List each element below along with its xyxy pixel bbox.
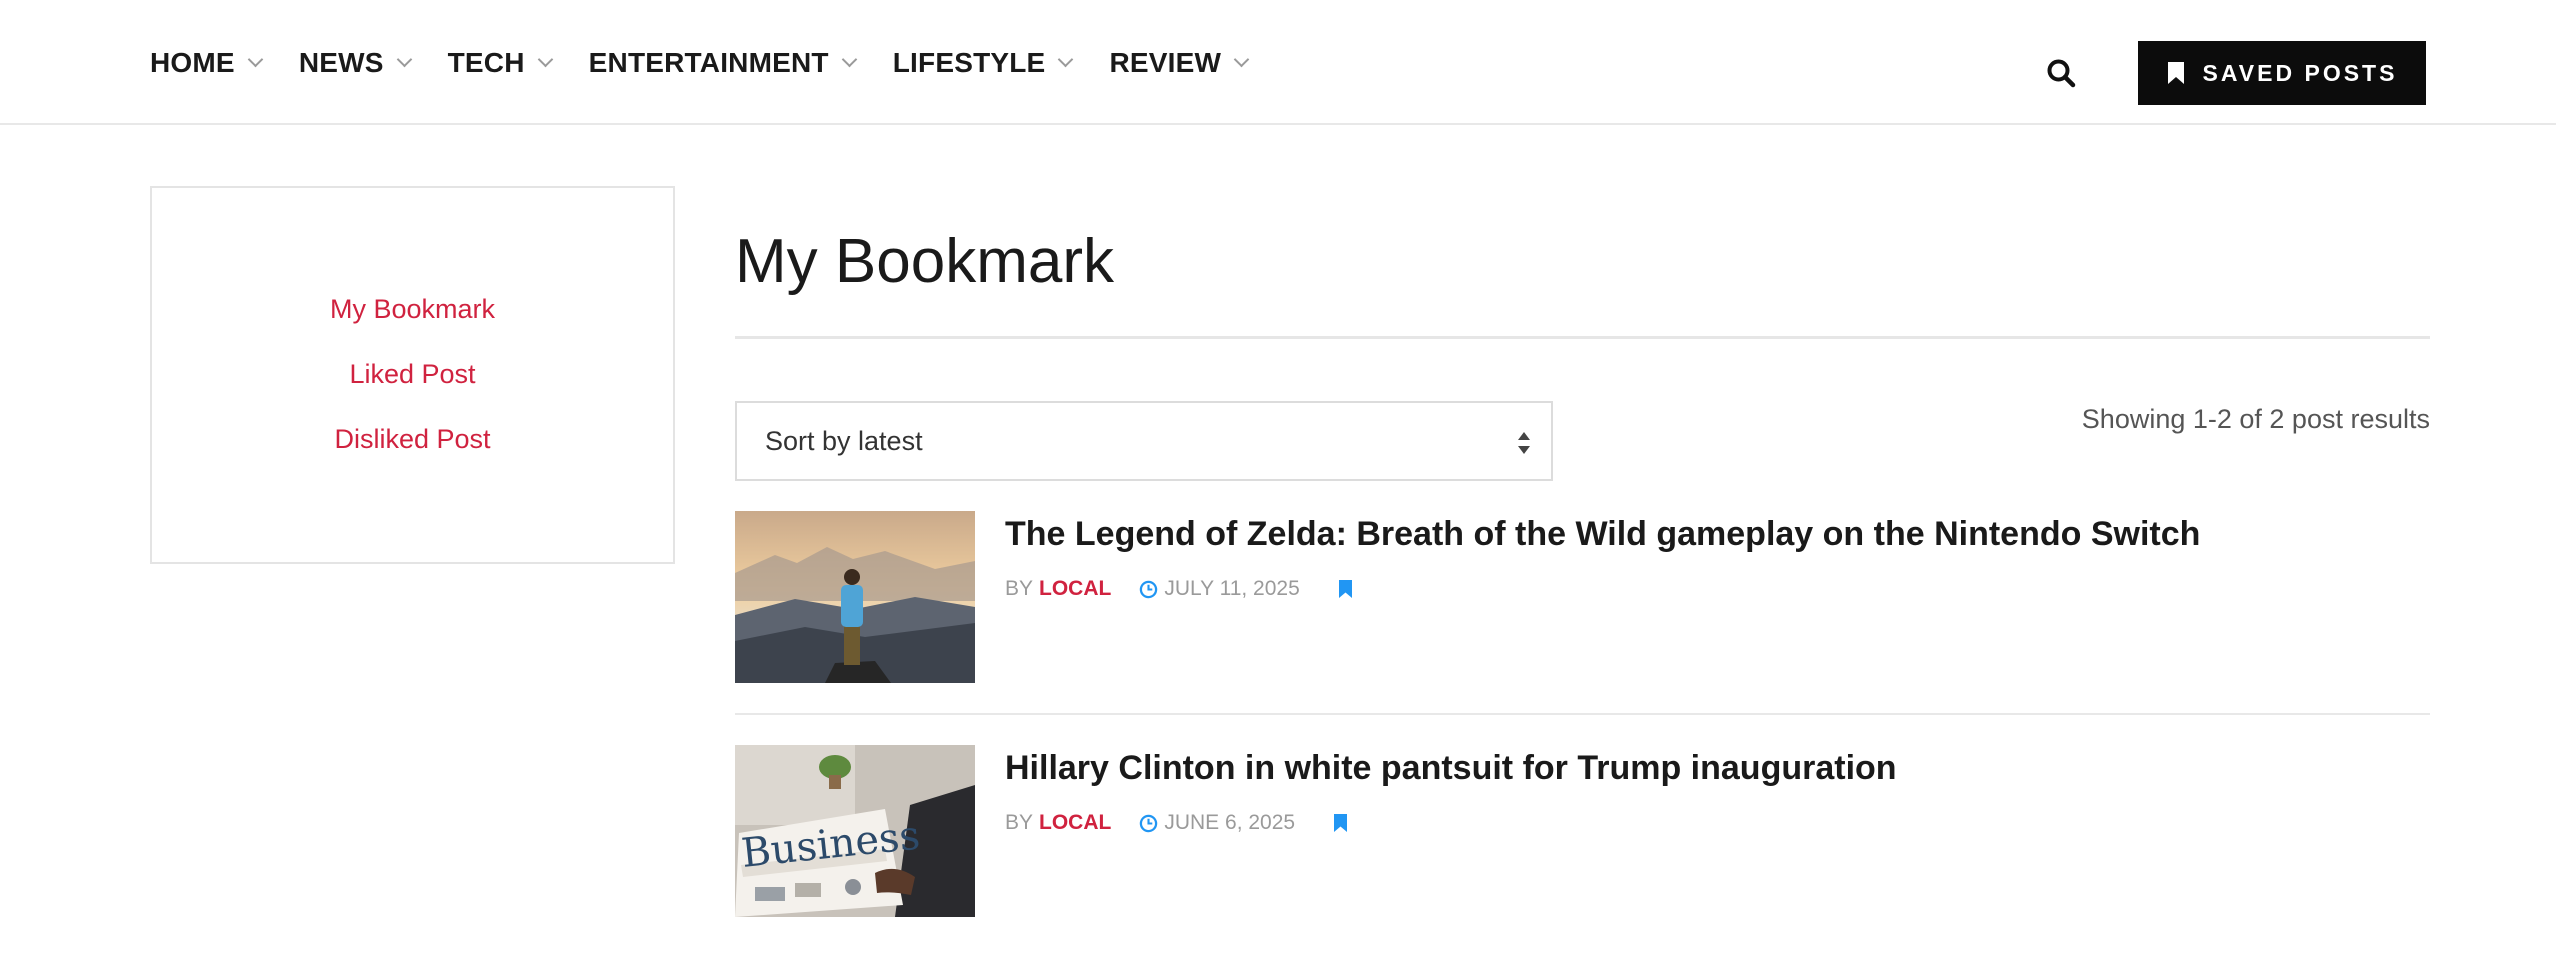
chevron-down-icon (537, 51, 553, 68)
nav-item-entertainment[interactable]: ENTERTAINMENT (588, 46, 858, 79)
post-thumbnail-image (735, 511, 975, 683)
saved-posts-button[interactable]: SAVED POSTS (2138, 41, 2426, 105)
nav-item-tech[interactable]: TECH (447, 46, 553, 79)
nav-item-lifestyle[interactable]: LIFESTYLE (892, 46, 1074, 79)
nav-item-review[interactable]: REVIEW (1109, 46, 1250, 79)
post-title[interactable]: Hillary Clinton in white pantsuit for Tr… (1005, 749, 1897, 788)
post-thumbnail[interactable] (735, 511, 975, 683)
title-divider (735, 336, 2430, 339)
nav-item-news[interactable]: NEWS (298, 46, 412, 79)
post-date: JULY 11, 2025 (1164, 577, 1300, 600)
bookmark-icon[interactable] (1333, 813, 1348, 833)
sort-select[interactable]: Sort by latest (735, 401, 1553, 481)
post-by: BY (1005, 577, 1034, 600)
main-nav: HOME NEWS TECH ENTERTAINMENT LIFESTYLE R… (150, 0, 1285, 125)
post-divider (735, 713, 2430, 715)
saved-posts-label: SAVED POSTS (2202, 59, 2398, 86)
chevron-down-icon (841, 51, 858, 68)
chevron-down-icon (1058, 51, 1074, 68)
nav-label: TECH (447, 46, 525, 78)
nav-item-home[interactable]: HOME (150, 46, 264, 79)
bookmark-icon (2167, 62, 2184, 84)
post-author[interactable]: LOCAL (1039, 577, 1111, 601)
sort-arrows-icon (1518, 432, 1530, 454)
post-author[interactable]: LOCAL (1039, 811, 1111, 835)
sort-select-value: Sort by latest (765, 425, 923, 456)
results-count: Showing 1-2 of 2 post results (2081, 404, 2430, 434)
sidebar-link-disliked-post[interactable]: Disliked Post (152, 424, 673, 455)
search-icon[interactable] (2046, 58, 2076, 88)
post-by: BY (1005, 811, 1034, 834)
post-title[interactable]: The Legend of Zelda: Breath of the Wild … (1005, 515, 2200, 554)
post-date: JUNE 6, 2025 (1164, 811, 1296, 834)
post-meta: BY LOCAL JULY 11, 2025 (1005, 577, 1353, 601)
chevron-down-icon (247, 51, 264, 68)
clock-icon (1140, 580, 1158, 598)
site-header: HOME NEWS TECH ENTERTAINMENT LIFESTYLE R… (0, 0, 2556, 125)
nav-label: REVIEW (1109, 46, 1222, 78)
account-sidebar: My Bookmark Liked Post Disliked Post (150, 186, 675, 564)
nav-label: ENTERTAINMENT (588, 46, 829, 78)
post-thumbnail[interactable]: Business (735, 745, 975, 917)
sidebar-link-my-bookmark[interactable]: My Bookmark (152, 294, 673, 325)
clock-icon (1140, 814, 1158, 832)
post-meta: BY LOCAL JUNE 6, 2025 (1005, 811, 1348, 835)
chevron-down-icon (1233, 51, 1250, 68)
nav-label: NEWS (298, 46, 384, 78)
chevron-down-icon (396, 51, 412, 68)
post-thumbnail-image: Business (735, 745, 975, 917)
nav-label: LIFESTYLE (892, 46, 1046, 78)
nav-label: HOME (150, 46, 235, 78)
sidebar-link-liked-post[interactable]: Liked Post (152, 359, 673, 390)
bookmark-icon[interactable] (1338, 579, 1353, 599)
page-title: My Bookmark (735, 227, 1114, 296)
